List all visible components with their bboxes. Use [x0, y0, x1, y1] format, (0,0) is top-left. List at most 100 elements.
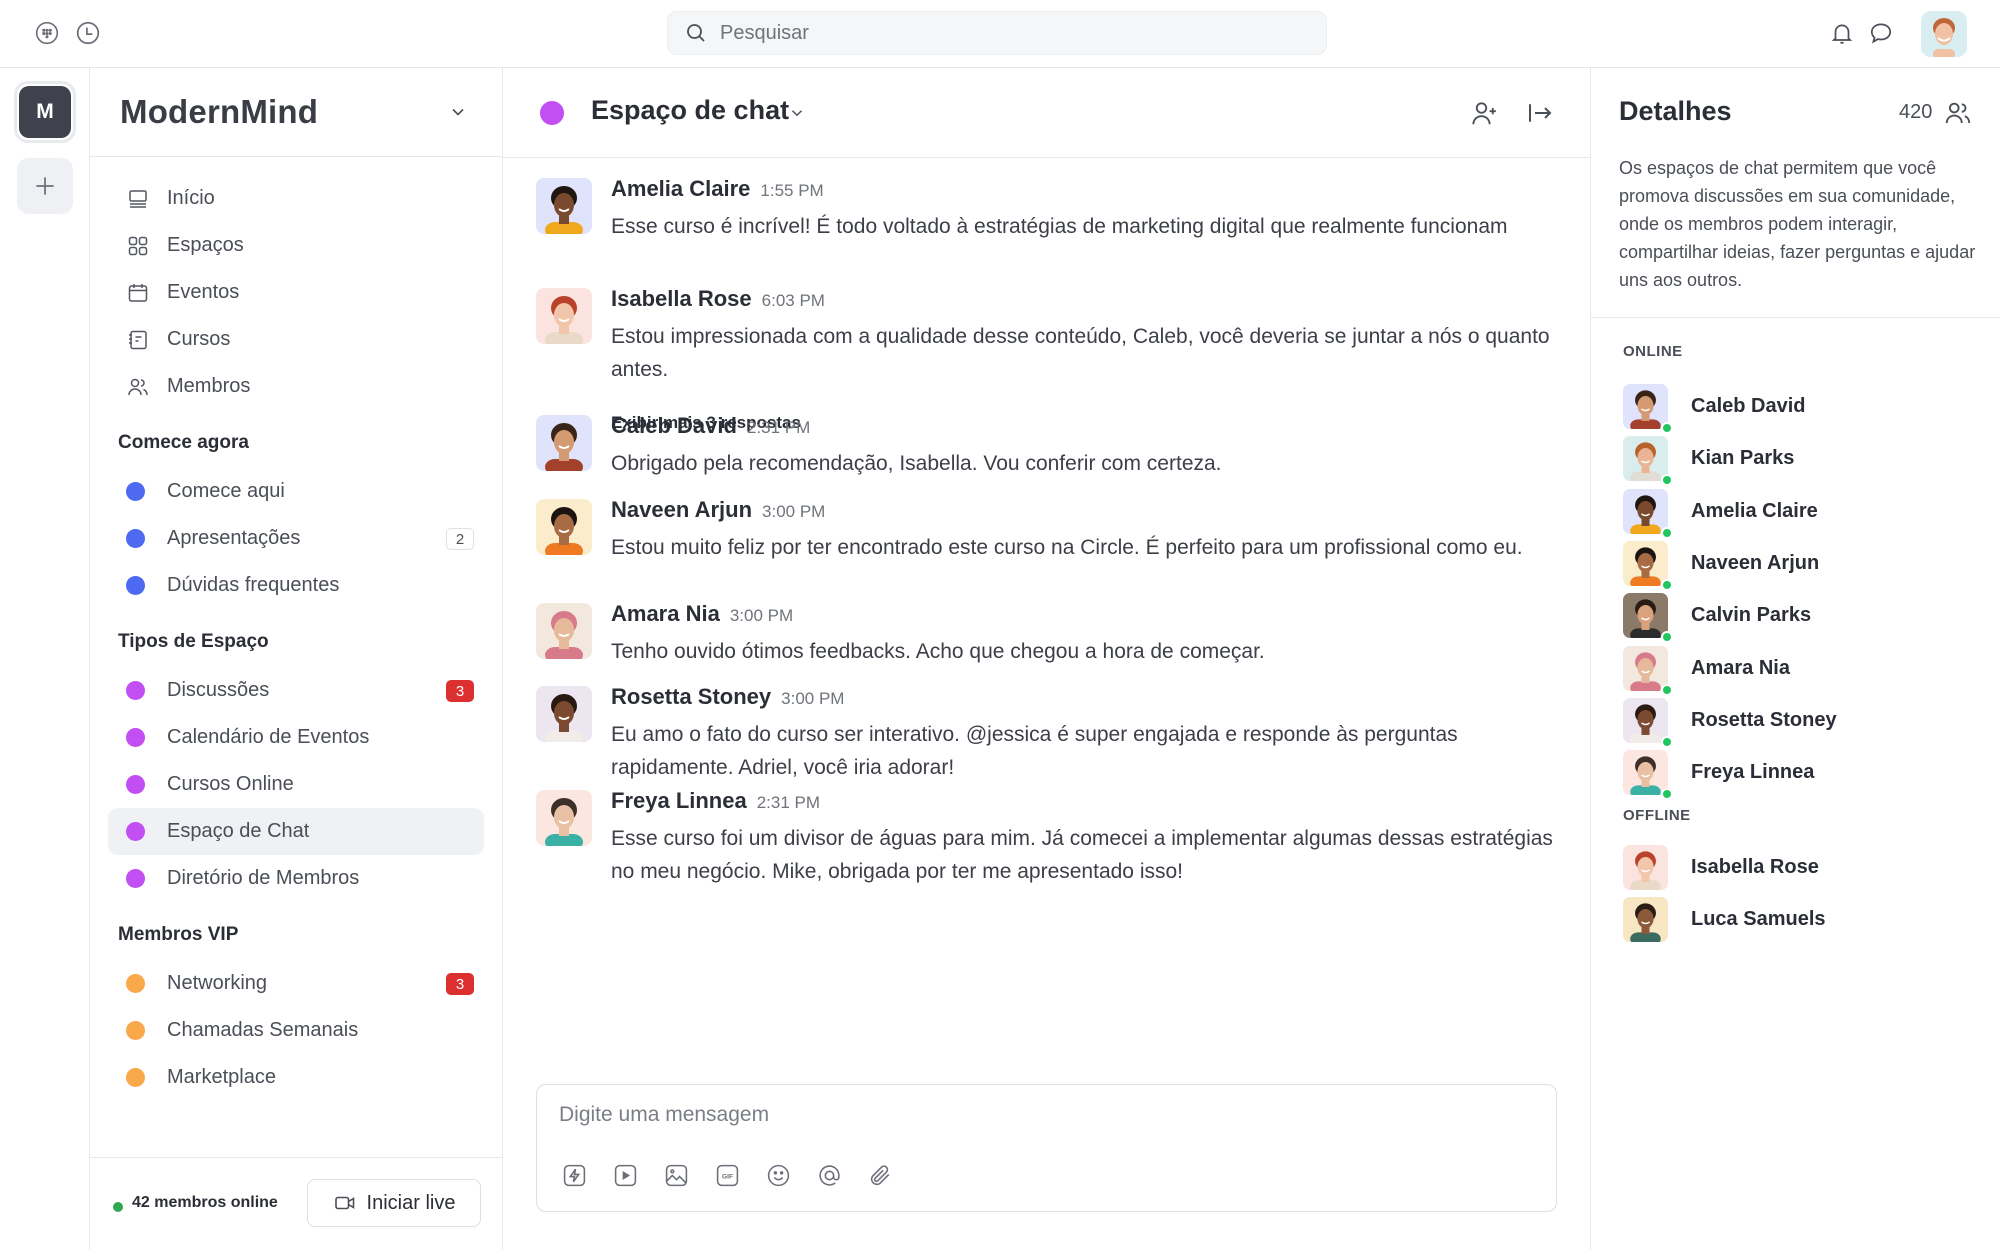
- space-item-label: Chamadas Semanais: [167, 1019, 359, 1041]
- search-placeholder: Pesquisar: [720, 21, 809, 44]
- space-title[interactable]: Espaço de chat: [591, 95, 789, 126]
- space-color-dot: [126, 974, 145, 993]
- nav-item-inicio[interactable]: Início: [108, 175, 484, 222]
- nav-item-membros[interactable]: Membros: [108, 363, 484, 410]
- calendar-icon: [128, 283, 148, 302]
- author-avatar[interactable]: [536, 686, 592, 742]
- message-composer[interactable]: Digite uma mensagem GIF: [536, 1084, 1557, 1212]
- author-avatar[interactable]: [536, 178, 592, 234]
- svg-text:GIF: GIF: [722, 1174, 733, 1181]
- online-status-dot: [1661, 474, 1673, 487]
- gif-icon[interactable]: GIF: [715, 1163, 740, 1188]
- space-item-marketplace[interactable]: Marketplace: [108, 1054, 484, 1101]
- clock-history-icon[interactable]: [75, 20, 101, 46]
- member-avatar: [1623, 845, 1668, 890]
- space-item-calendario-de-eventos[interactable]: Calendário de Eventos: [108, 714, 484, 761]
- space-item-cursos-online[interactable]: Cursos Online: [108, 761, 484, 808]
- space-item-networking[interactable]: Networking 3: [108, 960, 484, 1007]
- workspace-rail: M: [0, 68, 90, 1250]
- search-input[interactable]: Pesquisar: [667, 11, 1327, 55]
- member-list-item[interactable]: Luca Samuels: [1623, 897, 1983, 943]
- member-list-item[interactable]: Amelia Claire: [1623, 488, 1983, 539]
- space-item-duvidas-frequentes[interactable]: Dúvidas frequentes: [108, 562, 484, 609]
- user-avatar[interactable]: [1921, 11, 1967, 57]
- start-live-button[interactable]: Iniciar live: [307, 1179, 481, 1227]
- message-text: Estou impressionada com a qualidade dess…: [611, 325, 1550, 381]
- add-workspace-button[interactable]: [17, 158, 73, 214]
- space-item-diretorio-de-membros[interactable]: Diretório de Membros: [108, 855, 484, 902]
- notification-badge: 3: [446, 680, 474, 702]
- chat-bubble-icon[interactable]: [1868, 20, 1894, 46]
- lightning-icon[interactable]: [562, 1163, 587, 1188]
- mention-icon[interactable]: [817, 1163, 842, 1188]
- online-group-label: ONLINE: [1623, 343, 1683, 360]
- space-color-dot: [126, 822, 145, 841]
- nav-item-label: Cursos: [167, 328, 231, 350]
- author-name[interactable]: Freya Linnea 2:31 PM: [611, 788, 820, 814]
- member-list-item[interactable]: Caleb David: [1623, 384, 1983, 434]
- author-name[interactable]: Amelia Claire 1:55 PM: [611, 176, 824, 202]
- space-item-chamadas-semanais[interactable]: Chamadas Semanais: [108, 1007, 484, 1054]
- author-name[interactable]: Amara Nia 3:00 PM: [611, 601, 793, 627]
- space-item-comece-aqui[interactable]: Comece aqui: [108, 468, 484, 515]
- message-text: Eu amo o fato do curso ser interativo. @…: [611, 723, 1458, 779]
- message-text: Obrigado pela recomendação, Isabella. Vo…: [611, 452, 1222, 475]
- space-item-apresentacoes[interactable]: Apresentações 2: [108, 515, 484, 562]
- community-header[interactable]: ModernMind: [90, 68, 502, 157]
- message-input[interactable]: Digite uma mensagem: [559, 1103, 769, 1127]
- member-list-item[interactable]: Naveen Arjun: [1623, 540, 1983, 591]
- section-title-membros-vip: Membros VIP: [118, 924, 239, 945]
- members-icon[interactable]: [1943, 98, 1973, 128]
- member-list-item[interactable]: Calvin Parks: [1623, 593, 1983, 644]
- space-item-discussoes[interactable]: Discussões 3: [108, 667, 484, 714]
- collapse-panel-icon[interactable]: [1525, 98, 1555, 128]
- nav-item-espacos[interactable]: Espaços: [108, 222, 484, 269]
- author-name[interactable]: Rosetta Stoney 3:00 PM: [611, 684, 844, 710]
- author-avatar[interactable]: [536, 603, 592, 659]
- member-list-item[interactable]: Freya Linnea: [1623, 750, 1983, 801]
- member-name: Amelia Claire: [1691, 499, 1818, 522]
- video-play-icon[interactable]: [613, 1163, 638, 1188]
- image-icon[interactable]: [664, 1163, 689, 1188]
- message-time: 6:03 PM: [761, 291, 825, 310]
- offline-group-label: OFFLINE: [1623, 807, 1691, 824]
- workspace-switcher-button[interactable]: M: [14, 81, 76, 143]
- member-list-item[interactable]: Amara Nia: [1623, 645, 1983, 696]
- nav-item-cursos[interactable]: Cursos: [108, 316, 484, 363]
- nav-item-label: Espaços: [167, 234, 244, 256]
- search-icon: [687, 24, 705, 42]
- space-item-espaco-de-chat[interactable]: Espaço de Chat: [108, 808, 484, 855]
- online-status-dot: [1661, 735, 1673, 748]
- space-item-label: Cursos Online: [167, 773, 294, 795]
- member-name: Kian Parks: [1691, 447, 1795, 470]
- member-list-item[interactable]: Rosetta Stoney: [1623, 697, 1983, 748]
- author-avatar[interactable]: [536, 415, 592, 471]
- message-text: Tenho ouvido ótimos feedbacks. Acho que …: [611, 640, 1265, 663]
- author-name[interactable]: Isabella Rose 6:03 PM: [611, 286, 825, 312]
- bell-icon[interactable]: [1829, 20, 1855, 46]
- nav-item-eventos[interactable]: Eventos: [108, 269, 484, 316]
- message-text: Esse curso foi um divisor de águas para …: [611, 827, 1553, 883]
- chevron-down-icon[interactable]: [788, 104, 806, 122]
- apps-grid-icon[interactable]: [34, 20, 60, 46]
- space-color-dot: [540, 101, 564, 125]
- author-name[interactable]: Naveen Arjun 3:00 PM: [611, 497, 825, 523]
- author-avatar[interactable]: [536, 288, 592, 344]
- emoji-icon[interactable]: [766, 1163, 791, 1188]
- paperclip-icon[interactable]: [868, 1163, 893, 1188]
- member-avatar: [1623, 436, 1668, 482]
- community-name: ModernMind: [120, 93, 319, 130]
- member-name: Amara Nia: [1691, 656, 1790, 679]
- chevron-down-icon[interactable]: [448, 102, 468, 122]
- member-list-item[interactable]: Kian Parks: [1623, 436, 1983, 487]
- author-name[interactable]: Caleb David 2:31 PM: [611, 413, 810, 439]
- online-members-count: 42 membros online: [132, 1194, 278, 1211]
- author-avatar[interactable]: [536, 790, 592, 846]
- video-camera-icon: [334, 1196, 354, 1210]
- notification-badge: 3: [446, 973, 474, 995]
- add-member-icon[interactable]: [1469, 98, 1499, 128]
- author-avatar[interactable]: [536, 499, 592, 555]
- section-title-comece-agora: Comece agora: [118, 432, 249, 453]
- member-list-item[interactable]: Isabella Rose: [1623, 845, 1983, 891]
- member-avatar: [1623, 645, 1668, 691]
